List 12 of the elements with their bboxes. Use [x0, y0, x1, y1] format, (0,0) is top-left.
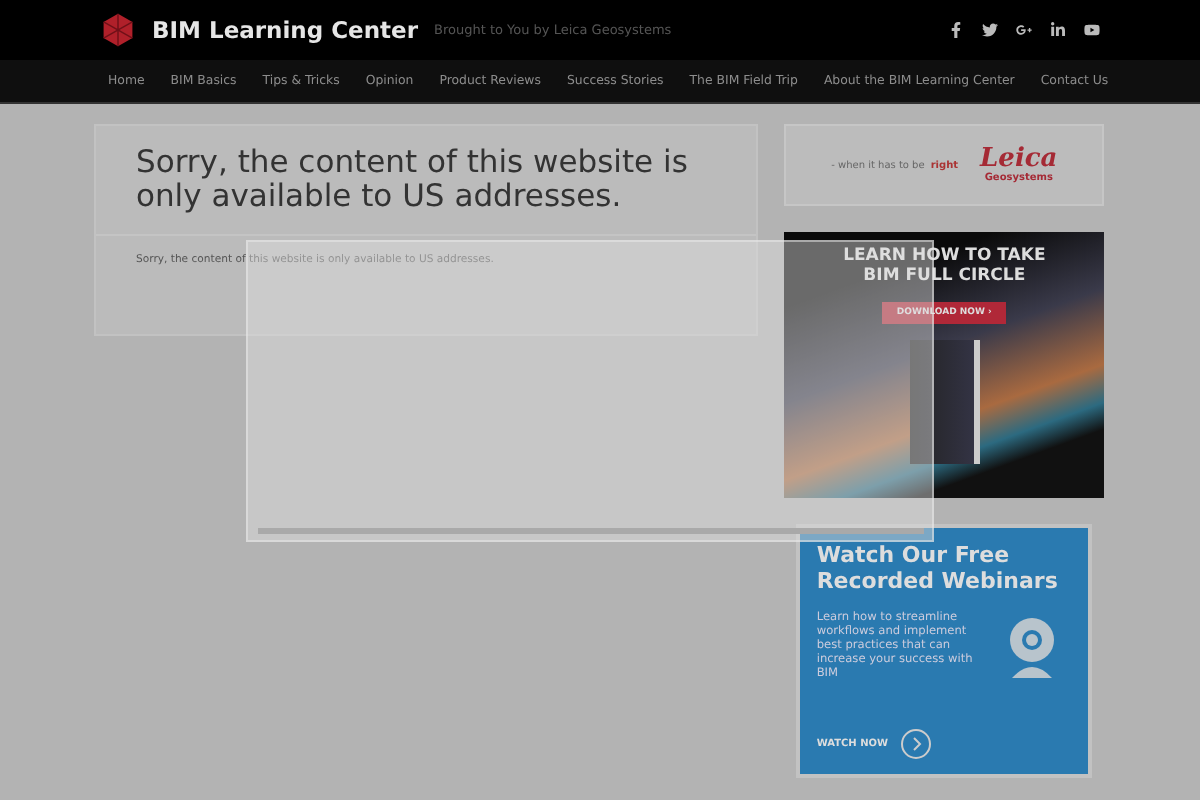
facebook-icon[interactable] [948, 22, 964, 38]
site-title[interactable]: BIM Learning Center [152, 16, 418, 44]
google-plus-icon[interactable] [1016, 22, 1032, 38]
book-drawing [909, 340, 980, 464]
twitter-icon[interactable] [982, 22, 998, 38]
chevron-circle-icon[interactable] [900, 728, 933, 760]
youtube-icon[interactable] [1084, 22, 1100, 38]
cube-logo-icon [100, 12, 136, 48]
ad-headline: Watch Our Free Recorded Webinars [816, 542, 1060, 594]
page-heading: Sorry, the content of this website is only available to US addresses. [96, 126, 757, 236]
brand-logo: Leica [980, 146, 1058, 172]
linkedin-icon[interactable] [1050, 22, 1066, 38]
